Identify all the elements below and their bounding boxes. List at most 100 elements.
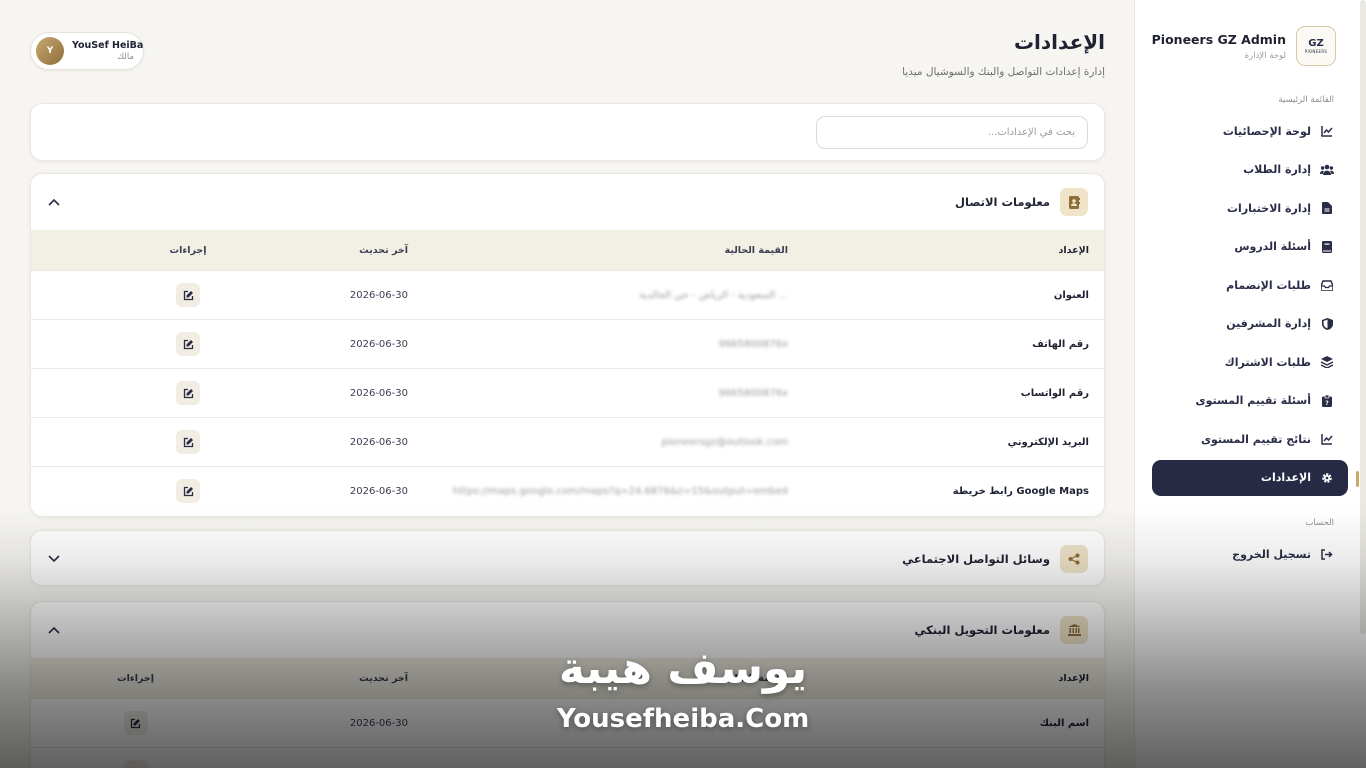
main-nav: لوحة الإحصائيات إدارة الطلاب إدارة الاخت… bbox=[1152, 113, 1348, 498]
sidebar-scrollbar[interactable] bbox=[1360, 0, 1366, 634]
sidebar-item-label: إدارة الطلاب bbox=[1243, 163, 1311, 176]
edit-icon bbox=[183, 388, 193, 398]
search-input[interactable] bbox=[816, 116, 1088, 149]
column-header-actions: إجراءات bbox=[169, 244, 207, 256]
sidebar-item-exams[interactable]: إدارة الاختبارات bbox=[1152, 190, 1348, 226]
column-header-actions: إجراءات bbox=[117, 672, 154, 684]
sidebar-item-join-requests[interactable]: طلبات الإنضمام bbox=[1152, 267, 1348, 303]
social-section-header[interactable]: وسائل التواصل الاجتماعي bbox=[31, 531, 1104, 585]
user-name: YouSef HeiBa bbox=[72, 40, 144, 51]
table-row: البريد الإلكتروني pioneersgz@outlook.com… bbox=[31, 417, 1104, 466]
brand-name: Pioneers GZ Admin bbox=[1151, 31, 1286, 47]
brand: GZ PIONEERS Pioneers GZ Admin لوحة الإدا… bbox=[1152, 26, 1336, 66]
bank-section-title: معلومات التحويل البنكي bbox=[914, 623, 1050, 637]
updated-date: 2026-06-30 bbox=[349, 436, 408, 448]
updated-date: 2026-06-30 bbox=[349, 338, 408, 350]
social-section: وسائل التواصل الاجتماعي bbox=[30, 530, 1105, 586]
edit-button[interactable] bbox=[176, 283, 200, 307]
social-section-title: وسائل التواصل الاجتماعي bbox=[902, 552, 1050, 566]
sidebar-item-subscription-requests[interactable]: طلبات الاشتراك bbox=[1152, 344, 1348, 380]
bank-icon bbox=[1060, 616, 1088, 644]
logout-label: تسجيل الخروج bbox=[1232, 547, 1311, 561]
address-book-icon bbox=[1060, 188, 1088, 216]
table-row: رقم الواتساب 9665800876x 2026-06-30 bbox=[31, 368, 1104, 417]
sidebar-item-label: طلبات الاشتراك bbox=[1224, 355, 1311, 369]
logout-button[interactable]: تسجيل الخروج bbox=[1152, 536, 1348, 572]
sidebar-item-label: أسئلة تقييم المستوى bbox=[1195, 394, 1312, 407]
file-icon bbox=[1320, 201, 1334, 215]
edit-button[interactable] bbox=[123, 711, 148, 735]
edit-button[interactable] bbox=[176, 479, 200, 503]
table-row: 2026-06-30 bbox=[31, 747, 1104, 768]
contact-section: معلومات الاتصال الإعداد القيمة الحالية آ… bbox=[30, 173, 1105, 517]
account-nav: تسجيل الخروج bbox=[1152, 536, 1348, 575]
gear-icon bbox=[1320, 471, 1334, 485]
table-row: رقم الهاتف 9665800876x 2026-06-30 bbox=[31, 319, 1104, 368]
sidebar-item-level-questions[interactable]: ? أسئلة تقييم المستوى bbox=[1152, 383, 1348, 419]
edit-icon bbox=[130, 718, 141, 728]
setting-value: pioneersgz@outlook.com bbox=[661, 436, 788, 448]
page-subtitle: إدارة إعدادات التواصل والبنك والسوشيال م… bbox=[902, 66, 1105, 78]
column-header-setting: الإعداد bbox=[1058, 244, 1089, 256]
updated-date: 2026-06-30 bbox=[349, 717, 408, 729]
edit-button[interactable] bbox=[123, 760, 148, 768]
avatar: Y bbox=[36, 37, 64, 65]
share-icon bbox=[1060, 545, 1088, 573]
chart-line-icon bbox=[1320, 432, 1334, 446]
sidebar-item-label: طلبات الإنضمام bbox=[1226, 278, 1311, 292]
column-header-updated: آخر تحديث bbox=[359, 244, 408, 256]
setting-name: العنوان bbox=[1053, 289, 1089, 301]
sidebar-item-label: إدارة المشرفين bbox=[1226, 317, 1311, 330]
edit-button[interactable] bbox=[176, 430, 200, 454]
sidebar-item-settings[interactable]: الإعدادات bbox=[1152, 459, 1348, 496]
clipboard-icon: ? bbox=[1320, 394, 1334, 408]
chevron-up-icon[interactable] bbox=[45, 621, 63, 639]
main-menu-label: القائمة الرئيسية bbox=[1278, 95, 1334, 105]
updated-date: 2026-06-30 bbox=[349, 387, 408, 399]
edit-button[interactable] bbox=[176, 332, 200, 356]
sidebar-item-level-results[interactable]: نتائج تقييم المستوى bbox=[1152, 421, 1348, 457]
brand-subtitle: لوحة الإدارة bbox=[1244, 50, 1286, 61]
contact-section-header[interactable]: معلومات الاتصال bbox=[31, 174, 1104, 230]
sidebar-item-supervisors[interactable]: إدارة المشرفين bbox=[1152, 306, 1348, 342]
table-header: الإعداد القيمة الحالية آخر تحديث إجراءات bbox=[31, 230, 1104, 270]
chart-line-icon bbox=[1320, 124, 1334, 138]
shield-icon bbox=[1320, 317, 1334, 331]
watermark-arabic: يوسف هيبة bbox=[558, 643, 808, 694]
sidebar-item-label: أسئلة الدروس bbox=[1234, 240, 1311, 253]
sidebar-item-statistics[interactable]: لوحة الإحصائيات bbox=[1152, 113, 1348, 149]
brand-logo: GZ PIONEERS bbox=[1296, 26, 1336, 66]
layers-icon bbox=[1320, 355, 1334, 369]
contact-section-title: معلومات الاتصال bbox=[955, 195, 1050, 209]
book-icon bbox=[1320, 240, 1334, 254]
sidebar: GZ PIONEERS Pioneers GZ Admin لوحة الإدا… bbox=[1134, 0, 1366, 768]
logout-icon bbox=[1320, 547, 1334, 561]
sidebar-item-students[interactable]: إدارة الطلاب bbox=[1152, 152, 1348, 188]
chevron-up-icon[interactable] bbox=[45, 193, 63, 211]
setting-value: 9665800876x bbox=[718, 338, 788, 350]
setting-value: السعودية - الرياض - حي الخالدية ... bbox=[639, 289, 788, 301]
brand-logo-small: PIONEERS bbox=[1304, 49, 1328, 54]
user-menu[interactable]: Y YouSef HeiBa مالك bbox=[30, 32, 144, 70]
brand-logo-text: GZ bbox=[1308, 38, 1324, 49]
watermark-english: Yousefheiba.Com bbox=[556, 704, 810, 734]
active-indicator bbox=[1356, 471, 1359, 487]
edit-button[interactable] bbox=[176, 381, 200, 405]
edit-icon bbox=[183, 437, 193, 447]
sidebar-item-label: لوحة الإحصائيات bbox=[1222, 124, 1311, 138]
chevron-down-icon[interactable] bbox=[45, 550, 63, 568]
updated-date: 2026-06-30 bbox=[349, 289, 408, 301]
setting-name: رقم الهاتف bbox=[1032, 338, 1089, 350]
updated-date: 2026-06-30 bbox=[349, 485, 408, 497]
column-header-value: القيمة الحالية bbox=[724, 244, 788, 256]
table-row: رابط خريطة Google Maps https://maps.goog… bbox=[31, 466, 1104, 515]
user-role: مالك bbox=[117, 52, 134, 62]
sidebar-item-lesson-questions[interactable]: أسئلة الدروس bbox=[1152, 229, 1348, 265]
sidebar-item-label: نتائج تقييم المستوى bbox=[1200, 432, 1311, 446]
table-row: العنوان السعودية - الرياض - حي الخالدية … bbox=[31, 270, 1104, 319]
search-card bbox=[30, 103, 1105, 161]
edit-icon bbox=[183, 339, 193, 349]
edit-icon bbox=[183, 290, 193, 300]
setting-value: 9665800876x bbox=[718, 387, 788, 399]
column-header-updated: آخر تحديث bbox=[359, 672, 408, 684]
